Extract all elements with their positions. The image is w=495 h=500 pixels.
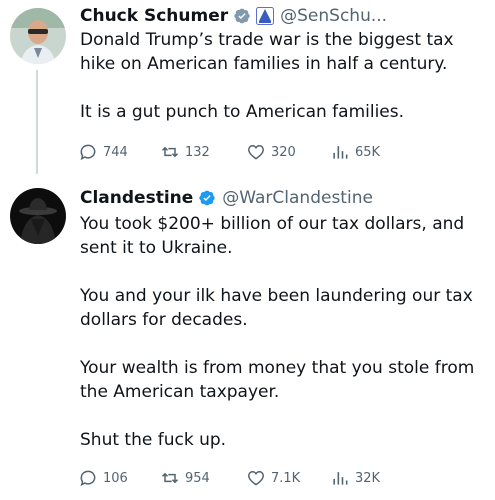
tweet-schumer[interactable]: Chuck Schumer @SenSchu... Donald Trump’s… (0, 0, 495, 174)
verified-badge-icon (198, 189, 216, 207)
like-button[interactable]: 7.1K (246, 466, 300, 490)
heart-icon (246, 468, 266, 488)
views-chart-icon (330, 142, 350, 162)
repost-button[interactable]: 954 (160, 466, 210, 490)
tweet-paragraph: Your wealth is from money that you stole… (80, 358, 475, 402)
tweet-paragraph: You and your ilk have been laundering ou… (80, 286, 473, 330)
reply-button[interactable]: 744 (78, 140, 128, 164)
verified-badge-icon (233, 7, 251, 25)
views-button[interactable]: 65K (330, 140, 380, 164)
tweet-paragraph: Shut the fuck up. (80, 430, 227, 450)
like-button[interactable]: 320 (246, 140, 296, 164)
avatar-clandestine[interactable] (10, 188, 66, 244)
tweet-text: You took $200+ billion of our tax dollar… (80, 212, 490, 452)
views-chart-icon (330, 468, 350, 488)
author-handle[interactable]: @WarClandestine (222, 186, 373, 210)
author-name[interactable]: Clandestine (80, 186, 193, 210)
tweet-text: Donald Trump’s trade war is the biggest … (80, 28, 490, 124)
repost-button[interactable]: 132 (160, 140, 210, 164)
reply-icon (78, 142, 98, 162)
reply-count: 106 (103, 470, 128, 486)
us-government-badge-icon (256, 7, 275, 25)
tweet-paragraph: It is a gut punch to American families. (80, 102, 405, 122)
repost-count: 132 (185, 144, 210, 160)
action-bar: 744 132 320 65K (78, 140, 408, 164)
reply-icon (78, 468, 98, 488)
tweet-paragraph: You took $200+ billion of our tax dollar… (80, 214, 465, 258)
repost-count: 954 (185, 470, 210, 486)
author-name[interactable]: Chuck Schumer (80, 4, 228, 28)
tweet-clandestine[interactable]: Clandestine @WarClandestine You took $20… (0, 172, 495, 500)
repost-icon (160, 142, 180, 162)
tweet-header: Clandestine @WarClandestine (80, 186, 373, 210)
views-button[interactable]: 32K (330, 466, 380, 490)
tweet-header: Chuck Schumer @SenSchu... (80, 4, 387, 28)
avatar-schumer[interactable] (10, 8, 66, 64)
reply-button[interactable]: 106 (78, 466, 128, 490)
author-handle[interactable]: @SenSchu... (280, 4, 387, 28)
like-count: 7.1K (271, 470, 301, 486)
like-count: 320 (271, 144, 296, 160)
thread-connector-line (36, 70, 38, 174)
view-count: 65K (355, 144, 381, 160)
view-count: 32K (355, 470, 381, 486)
reply-count: 744 (103, 144, 128, 160)
repost-icon (160, 468, 180, 488)
tweet-paragraph: Donald Trump’s trade war is the biggest … (80, 30, 454, 74)
heart-icon (246, 142, 266, 162)
action-bar: 106 954 7.1K 32K (78, 466, 408, 490)
